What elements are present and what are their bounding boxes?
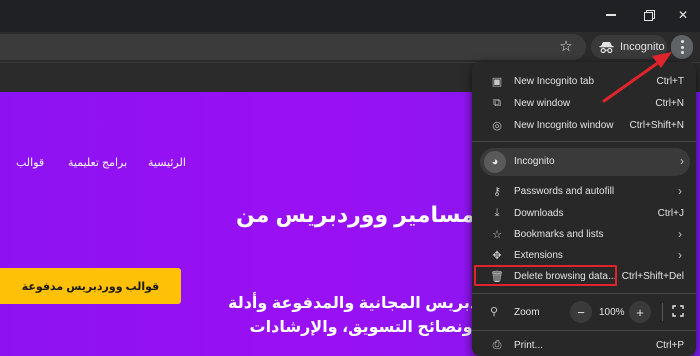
menu-item-label: Bookmarks and lists <box>514 228 604 240</box>
menu-item-new-window[interactable]: ⧉ New window Ctrl+N <box>472 92 696 114</box>
restore-icon <box>644 10 655 21</box>
bookmark-star-icon[interactable]: ☆ <box>557 38 575 56</box>
chevron-right-icon: › <box>678 184 682 198</box>
menu-divider <box>472 293 696 294</box>
zoom-in-button[interactable]: + <box>629 301 651 323</box>
chrome-menu-button[interactable] <box>671 35 693 59</box>
new-window-icon: ⧉ <box>493 96 501 109</box>
title-bar: ✕ <box>0 0 700 32</box>
chrome-menu: ▣ New Incognito tab Ctrl+T ⧉ New window … <box>472 62 696 356</box>
incognito-avatar-icon: ◕ <box>484 151 506 173</box>
menu-item-shortcut: Ctrl+J <box>657 207 684 219</box>
close-button[interactable]: ✕ <box>668 4 698 26</box>
nav-link-tutorials[interactable]: برامج تعليمية <box>68 156 127 169</box>
menu-dot <box>680 40 684 43</box>
menu-divider <box>472 141 696 142</box>
menu-item-new-tab[interactable]: ▣ New Incognito tab Ctrl+T <box>472 70 696 92</box>
chevron-right-icon: › <box>680 154 684 168</box>
menu-item-shortcut: Ctrl+P <box>655 339 684 351</box>
menu-item-shortcut: Ctrl+T <box>656 75 685 87</box>
menu-zoom-row: ⚲ Zoom − 100% + <box>472 297 696 327</box>
extension-icon: ✥ <box>492 249 502 262</box>
menu-dot <box>680 45 684 49</box>
address-bar[interactable] <box>0 34 586 60</box>
highlight-box <box>474 265 617 286</box>
incognito-profile-button[interactable]: Incognito <box>591 35 667 59</box>
incognito-label: Incognito <box>620 41 665 53</box>
menu-divider <box>472 330 696 331</box>
profile-label: Incognito <box>514 156 555 167</box>
menu-item-label: Passwords and autofill <box>514 185 615 197</box>
menu-dot <box>680 51 684 54</box>
chevron-right-icon: › <box>678 248 682 262</box>
menu-item-shortcut: Ctrl+Shift+Del <box>621 270 684 282</box>
star-icon: ☆ <box>492 228 502 241</box>
menu-item-extensions[interactable]: ✥ Extensions › <box>472 244 696 266</box>
download-icon: ⤓ <box>494 206 500 219</box>
menu-item-label: New window <box>514 97 571 109</box>
chevron-right-icon: › <box>678 227 682 241</box>
incognito-window-icon: ◎ <box>492 119 502 132</box>
incognito-icon <box>599 41 614 53</box>
minimize-button[interactable] <box>596 4 626 26</box>
zoom-value: 100% <box>599 307 625 318</box>
print-icon: ⎙ <box>492 338 502 351</box>
menu-item-label: New Incognito window <box>514 119 614 131</box>
minimize-icon <box>606 14 616 16</box>
zoom-divider <box>662 303 663 321</box>
menu-item-bookmarks[interactable]: ☆ Bookmarks and lists › <box>472 223 696 245</box>
menu-item-passwords[interactable]: ⚷ Passwords and autofill › <box>472 180 696 202</box>
menu-item-profile[interactable]: ◕ Incognito › <box>480 148 690 176</box>
close-icon: ✕ <box>677 8 689 22</box>
menu-item-label: Print... <box>514 339 543 351</box>
zoom-out-button[interactable]: − <box>570 301 592 323</box>
menu-item-print[interactable]: ⎙ Print... Ctrl+P <box>472 334 696 356</box>
new-tab-icon: ▣ <box>491 75 503 88</box>
menu-item-label: Extensions <box>514 249 563 261</box>
menu-item-shortcut: Ctrl+N <box>655 97 684 109</box>
zoom-icon: ⚲ <box>490 306 499 318</box>
premium-themes-button[interactable]: قوالب ووردبريس مدفوعة <box>0 268 181 304</box>
restore-button[interactable] <box>634 4 664 26</box>
menu-item-label: Downloads <box>514 207 564 219</box>
menu-item-new-incognito-window[interactable]: ◎ New Incognito window Ctrl+Shift+N <box>472 114 696 136</box>
nav-link-themes[interactable]: قوالب <box>16 156 44 169</box>
menu-item-label: New Incognito tab <box>514 75 595 87</box>
menu-item-downloads[interactable]: ⤓ Downloads Ctrl+J <box>472 202 696 224</box>
menu-item-shortcut: Ctrl+Shift+N <box>629 119 684 131</box>
nav-link-home[interactable]: الرئيسية <box>148 156 186 169</box>
key-icon: ⚷ <box>492 185 502 198</box>
zoom-label: Zoom <box>514 307 540 318</box>
fullscreen-icon[interactable] <box>672 305 684 317</box>
